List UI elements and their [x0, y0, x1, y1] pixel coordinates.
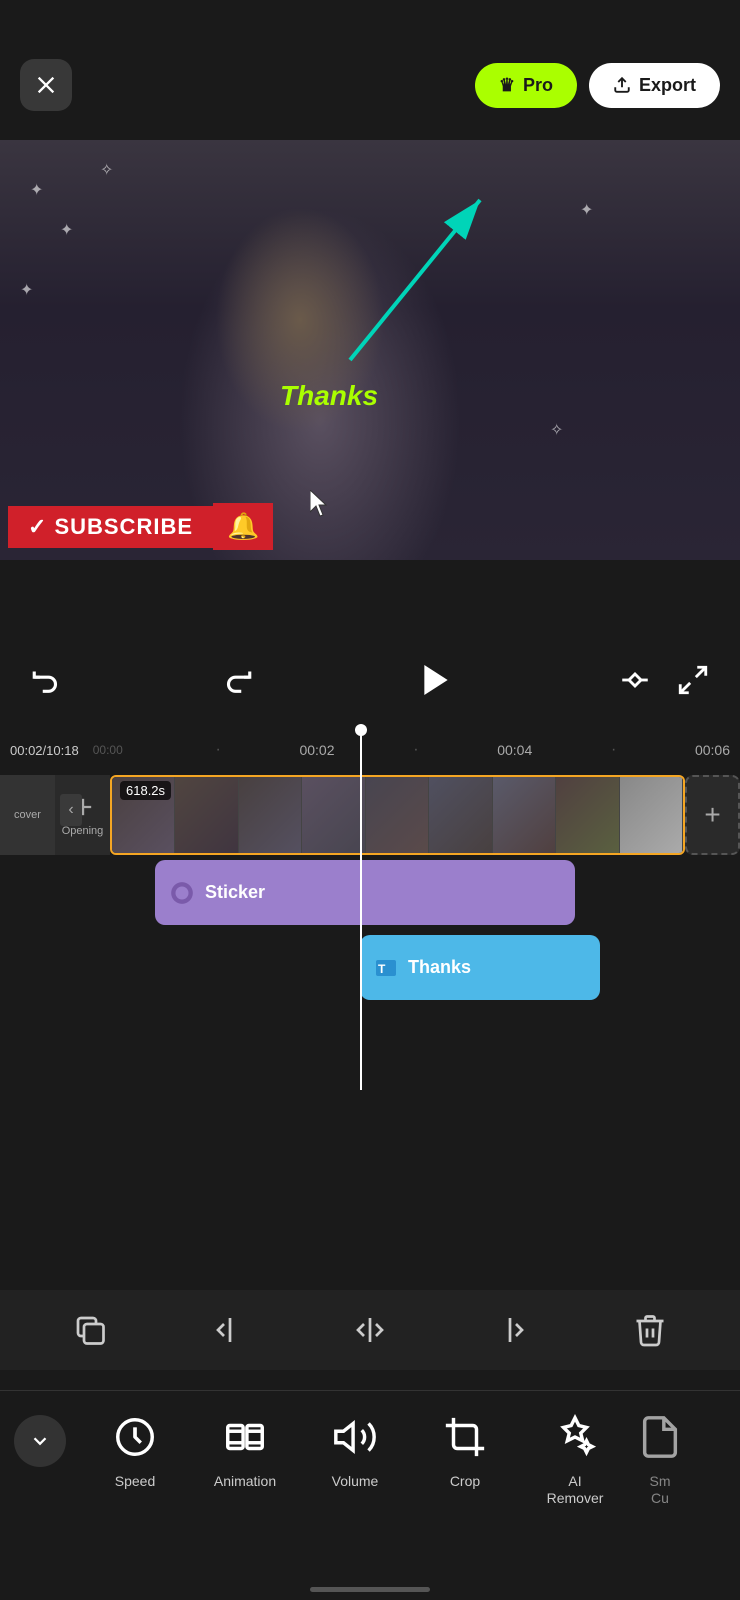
animation-label: Animation — [214, 1473, 276, 1490]
timeline-ruler: 00:02/10:18 00:00 · 00:02 · 00:04 · 00:0… — [0, 730, 740, 770]
bottom-menu: Speed Animation — [0, 1390, 740, 1575]
menu-item-animation[interactable]: Animation — [190, 1411, 300, 1490]
sm-cu-label: SmCu — [650, 1473, 671, 1507]
play-button[interactable] — [410, 654, 462, 706]
speed-icon — [109, 1411, 161, 1463]
menu-item-ai-remover[interactable]: AIRemover — [520, 1411, 630, 1507]
cover-thumb: cover — [0, 775, 55, 855]
sparkle-1: ✦ — [30, 180, 43, 200]
cursor-indicator — [310, 490, 330, 520]
sparkle-5: ✦ — [580, 200, 593, 220]
opening-label: Opening — [62, 825, 104, 837]
ruler-dot-3: · — [532, 741, 695, 759]
close-button[interactable] — [20, 59, 72, 111]
thanks-label: Thanks — [408, 957, 471, 978]
menu-item-sm-cu[interactable]: SmCu — [630, 1411, 690, 1507]
animation-icon — [219, 1411, 271, 1463]
split-center-button[interactable] — [344, 1304, 396, 1356]
ruler-dot-1: · — [137, 741, 300, 759]
pro-button[interactable]: ♛ Pro — [475, 63, 577, 108]
video-track[interactable]: 618.2s — [110, 775, 685, 855]
volume-label: Volume — [332, 1473, 379, 1490]
frame-5 — [366, 777, 429, 853]
ruler-time-4: 00:04 — [497, 742, 532, 758]
keyframe-button[interactable] — [618, 663, 652, 697]
frame-8 — [556, 777, 619, 853]
cover-label: cover — [14, 809, 41, 821]
arrow-overlay — [200, 180, 500, 380]
menu-item-crop[interactable]: Crop — [410, 1411, 520, 1490]
check-icon: ✓ — [28, 514, 46, 540]
frame-9 — [620, 777, 683, 853]
sticker-track[interactable]: Sticker — [155, 860, 575, 925]
video-preview: ✦ ✦ ✧ ✦ ✦ ✧ Thanks ✓ SUBSCRIBE 🔔 — [0, 140, 740, 560]
pro-label: Pro — [523, 75, 553, 96]
header: ♛ Pro Export — [0, 0, 740, 140]
track-duration: 618.2s — [120, 781, 171, 800]
export-label: Export — [639, 75, 696, 96]
sticker-label: Sticker — [205, 882, 265, 903]
undo-button[interactable] — [30, 663, 64, 697]
menu-item-volume[interactable]: Volume — [300, 1411, 410, 1490]
subscribe-text: SUBSCRIBE — [54, 514, 193, 540]
add-track-button[interactable]: + — [685, 775, 740, 855]
sticker-icon — [169, 880, 195, 906]
time-current: 00:02/10:18 — [10, 743, 79, 758]
volume-icon — [329, 1411, 381, 1463]
track-frames — [112, 777, 683, 853]
export-button[interactable]: Export — [589, 63, 720, 108]
crop-label: Crop — [450, 1473, 480, 1490]
ruler-time-2: 00:02 — [299, 742, 334, 758]
subscribe-box: ✓ SUBSCRIBE — [8, 506, 213, 548]
frame-7 — [493, 777, 556, 853]
track-expand-button[interactable]: ‹ — [60, 794, 82, 826]
thanks-track-icon: T — [374, 956, 398, 980]
svg-text:T: T — [378, 962, 386, 976]
redo-button[interactable] — [220, 663, 254, 697]
playhead-top — [355, 724, 367, 736]
video-track-row: cover Opening ‹ 618.2s — [0, 770, 740, 860]
menu-item-speed[interactable]: Speed — [80, 1411, 190, 1490]
speed-label: Speed — [115, 1473, 155, 1490]
frame-6 — [429, 777, 492, 853]
sparkle-4: ✦ — [20, 280, 33, 300]
crop-icon — [439, 1411, 491, 1463]
ruler-time-6: 00:06 — [695, 742, 730, 758]
bell-icon-box: 🔔 — [213, 503, 273, 550]
thanks-track[interactable]: T Thanks — [360, 935, 600, 1000]
split-left-button[interactable] — [204, 1304, 256, 1356]
copy-icon-button[interactable] — [64, 1304, 116, 1356]
frame-4 — [302, 777, 365, 853]
frame-3 — [239, 777, 302, 853]
ai-remover-label: AIRemover — [547, 1473, 604, 1507]
tracks-container: cover Opening ‹ 618.2s — [0, 770, 740, 1090]
ai-remover-icon — [549, 1411, 601, 1463]
subscribe-banner: ✓ SUBSCRIBE 🔔 — [8, 503, 273, 550]
split-right-button[interactable] — [484, 1304, 536, 1356]
controls-right — [618, 663, 710, 697]
menu-items: Speed Animation — [0, 1411, 740, 1507]
delete-button[interactable] — [624, 1304, 676, 1356]
crown-icon: ♛ — [499, 75, 515, 96]
thanks-text-overlay: Thanks — [280, 380, 378, 412]
sparkle-6: ✧ — [550, 420, 563, 440]
playhead — [360, 730, 362, 1090]
ruler-dot-2: · — [335, 741, 498, 759]
video-content: ✦ ✦ ✧ ✦ ✦ ✧ Thanks ✓ SUBSCRIBE 🔔 — [0, 140, 740, 560]
sparkle-2: ✦ — [60, 220, 73, 240]
sm-cu-icon — [634, 1411, 686, 1463]
controls-bar — [0, 640, 740, 720]
frame-2 — [175, 777, 238, 853]
sparkle-3: ✧ — [100, 160, 113, 180]
bottom-toolbar-icons — [0, 1290, 740, 1370]
bell-icon: 🔔 — [227, 511, 259, 542]
scroll-bar[interactable] — [310, 1587, 430, 1592]
fullscreen-button[interactable] — [676, 663, 710, 697]
collapse-button[interactable] — [14, 1415, 66, 1467]
header-right: ♛ Pro Export — [475, 63, 720, 108]
